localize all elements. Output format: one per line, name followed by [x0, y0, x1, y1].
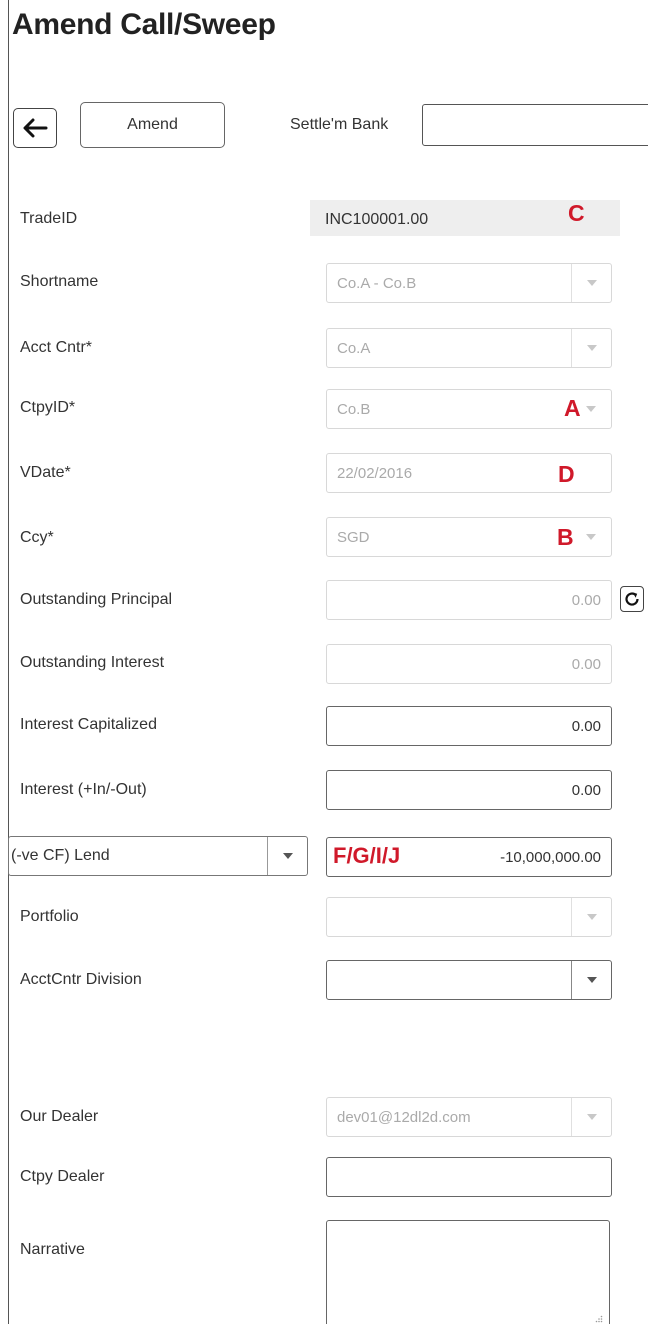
- ctpy-dealer-input[interactable]: [326, 1157, 612, 1197]
- shortname-dropdown-toggle[interactable]: [571, 264, 611, 302]
- ctpy-id-value: Co.B: [337, 400, 371, 418]
- back-button[interactable]: [13, 108, 57, 148]
- chevron-down-icon: [586, 345, 597, 351]
- ccy-value: SGD: [337, 528, 370, 546]
- our-dealer-select[interactable]: dev01@12dl2d.com: [326, 1097, 612, 1137]
- acct-cntr-dropdown-toggle[interactable]: [571, 329, 611, 367]
- shortname-label: Shortname: [20, 273, 99, 290]
- vdate-label: VDate*: [20, 464, 71, 481]
- chevron-down-icon: [586, 1114, 597, 1120]
- chevron-down-icon: [586, 977, 597, 983]
- outstanding-principal-input[interactable]: 0.00: [326, 580, 612, 620]
- ctpy-id-label: CtpyID*: [20, 399, 76, 416]
- interest-capitalized-value: 0.00: [571, 717, 601, 735]
- acct-cntr-value: Co.A: [337, 339, 371, 357]
- shortname-value: Co.A - Co.B: [337, 274, 417, 292]
- narrative-textarea[interactable]: [326, 1220, 610, 1324]
- outstanding-interest-input[interactable]: 0.00: [326, 644, 612, 684]
- ccy-label: Ccy*: [20, 529, 54, 546]
- amend-call-sweep-screen: Amend Call/Sweep Amend Settle'm Bank Tra…: [0, 0, 648, 1324]
- portfolio-select[interactable]: [326, 897, 612, 937]
- outstanding-interest-value: 0.00: [571, 655, 601, 673]
- annotation-b: B: [557, 524, 574, 550]
- acctcntr-division-dropdown-toggle[interactable]: [571, 961, 611, 999]
- annotation-a: A: [564, 395, 581, 421]
- cash-flow-type-value: (-ve CF) Lend: [11, 847, 110, 864]
- narrative-label: Narrative: [20, 1241, 85, 1258]
- chevron-down-icon: [586, 914, 597, 920]
- our-dealer-dropdown-toggle[interactable]: [571, 1098, 611, 1136]
- interest-in-out-value: 0.00: [571, 781, 601, 799]
- interest-capitalized-label: Interest Capitalized: [20, 716, 157, 733]
- arrow-left-icon: [23, 118, 48, 138]
- refresh-icon[interactable]: [620, 586, 644, 612]
- ccy-dropdown-toggle[interactable]: [571, 518, 611, 556]
- interest-in-out-label: Interest (+In/-Out): [20, 781, 147, 798]
- ctpy-dealer-label: Ctpy Dealer: [20, 1168, 105, 1185]
- interest-capitalized-input[interactable]: 0.00: [326, 706, 612, 746]
- page-title: Amend Call/Sweep: [12, 8, 276, 41]
- cash-flow-amount-value: -10,000,000.00: [500, 848, 601, 866]
- annotation-d: D: [558, 461, 575, 487]
- chevron-down-icon: [586, 406, 596, 412]
- annotation-c: C: [568, 200, 585, 226]
- acctcntr-division-select[interactable]: [326, 960, 612, 1000]
- acct-cntr-label: Acct Cntr*: [20, 339, 93, 356]
- settle-bank-label: Settle'm Bank: [290, 116, 389, 133]
- interest-in-out-input[interactable]: 0.00: [326, 770, 612, 810]
- vdate-value: 22/02/2016: [337, 464, 413, 482]
- cash-flow-type-dropdown-toggle[interactable]: [267, 837, 307, 875]
- left-border: [8, 0, 9, 1324]
- resize-grip-icon[interactable]: [595, 1315, 603, 1323]
- our-dealer-label: Our Dealer: [20, 1108, 99, 1125]
- acctcntr-division-label: AcctCntr Division: [20, 971, 142, 988]
- trade-id-value: INC100001.00: [325, 211, 429, 228]
- chevron-down-icon: [282, 853, 293, 859]
- shortname-select[interactable]: Co.A - Co.B: [326, 263, 612, 303]
- settle-bank-input[interactable]: [422, 104, 648, 146]
- outstanding-principal-value: 0.00: [571, 591, 601, 609]
- annotation-fgij: F/G/I/J: [333, 843, 401, 868]
- amend-button[interactable]: Amend: [80, 102, 225, 148]
- outstanding-interest-label: Outstanding Interest: [20, 654, 165, 671]
- outstanding-principal-label: Outstanding Principal: [20, 591, 173, 608]
- trade-id-label: TradeID: [20, 210, 78, 227]
- portfolio-label: Portfolio: [20, 908, 79, 925]
- our-dealer-value: dev01@12dl2d.com: [337, 1108, 471, 1126]
- refresh-glyph: [625, 592, 639, 606]
- acct-cntr-select[interactable]: Co.A: [326, 328, 612, 368]
- cash-flow-type-select[interactable]: (-ve CF) Lend: [8, 836, 308, 876]
- chevron-down-icon: [586, 280, 597, 286]
- chevron-down-icon: [586, 534, 596, 540]
- portfolio-dropdown-toggle[interactable]: [571, 898, 611, 936]
